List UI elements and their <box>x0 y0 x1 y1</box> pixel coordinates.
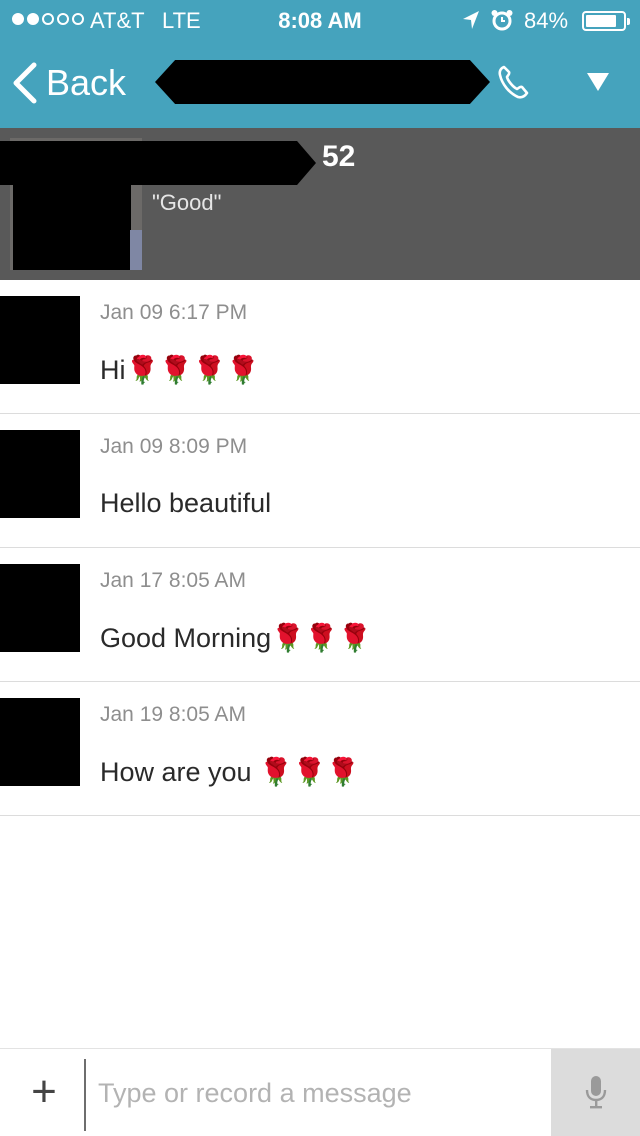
chevron-left-icon <box>13 62 37 104</box>
message-text: Good Morning🌹🌹🌹 <box>100 622 372 654</box>
sender-avatar[interactable] <box>0 698 80 786</box>
message-body: Good Morning <box>100 623 272 653</box>
rose-emoji: 🌹🌹🌹 <box>271 623 372 653</box>
microphone-icon <box>585 1076 607 1109</box>
message-input[interactable] <box>88 1063 548 1123</box>
message-body: Hi <box>100 355 126 385</box>
battery-fill <box>586 15 616 27</box>
composer-divider <box>84 1059 86 1131</box>
message-timestamp: Jan 17 8:05 AM <box>100 569 246 592</box>
message-row[interactable]: Jan 17 8:05 AM Good Morning🌹🌹🌹 <box>0 548 640 682</box>
sender-avatar[interactable] <box>0 296 80 384</box>
sender-avatar[interactable] <box>0 564 80 652</box>
sender-avatar[interactable] <box>0 430 80 518</box>
battery-percentage: 84% <box>524 8 569 33</box>
battery-nub <box>627 18 630 25</box>
rose-emoji: 🌹🌹🌹🌹 <box>125 355 260 385</box>
status-bar: AT&T LTE 8:08 AM 84% <box>0 0 640 40</box>
message-timestamp: Jan 09 8:09 PM <box>100 435 248 458</box>
message-timestamp: Jan 19 8:05 AM <box>100 703 246 726</box>
rose-emoji: 🌹🌹🌹 <box>259 757 360 787</box>
message-text: Hi🌹🌹🌹🌹 <box>100 354 260 386</box>
message-text: How are you 🌹🌹🌹 <box>100 756 360 788</box>
profile-name-redacted <box>0 141 316 185</box>
message-row[interactable]: Jan 19 8:05 AM How are you 🌹🌹🌹 <box>0 682 640 816</box>
photo-edge <box>130 230 142 270</box>
add-attachment-button[interactable]: + <box>20 1069 68 1117</box>
profile-age: 52 <box>322 140 356 173</box>
alarm-clock-icon <box>491 10 513 31</box>
message-row[interactable]: Jan 09 8:09 PM Hello beautiful <box>0 414 640 548</box>
conversation-title-redacted <box>155 60 490 104</box>
message-body: How are you <box>100 757 260 787</box>
record-voice-button[interactable] <box>551 1049 640 1136</box>
battery-icon <box>582 11 630 31</box>
message-timestamp: Jan 09 6:17 PM <box>100 301 248 324</box>
location-arrow-icon <box>463 11 479 29</box>
message-composer: + <box>0 1048 640 1136</box>
phone-icon[interactable] <box>496 64 530 100</box>
message-text: Hello beautiful <box>100 488 271 519</box>
back-button[interactable]: Back <box>10 58 126 108</box>
triangle-down-icon[interactable] <box>586 72 610 92</box>
header-bar: AT&T LTE 8:08 AM 84% Back <box>0 0 640 128</box>
back-label: Back <box>46 62 127 103</box>
message-body: Hello beautiful <box>100 488 272 518</box>
message-row[interactable]: Jan 09 6:17 PM Hi🌹🌹🌹🌹 <box>0 280 640 414</box>
profile-status-text: "Good" <box>152 190 222 215</box>
message-list: Jan 09 6:17 PM Hi🌹🌹🌹🌹 Jan 09 8:09 PM Hel… <box>0 280 640 816</box>
profile-banner[interactable]: 52 "Good" <box>0 128 640 280</box>
